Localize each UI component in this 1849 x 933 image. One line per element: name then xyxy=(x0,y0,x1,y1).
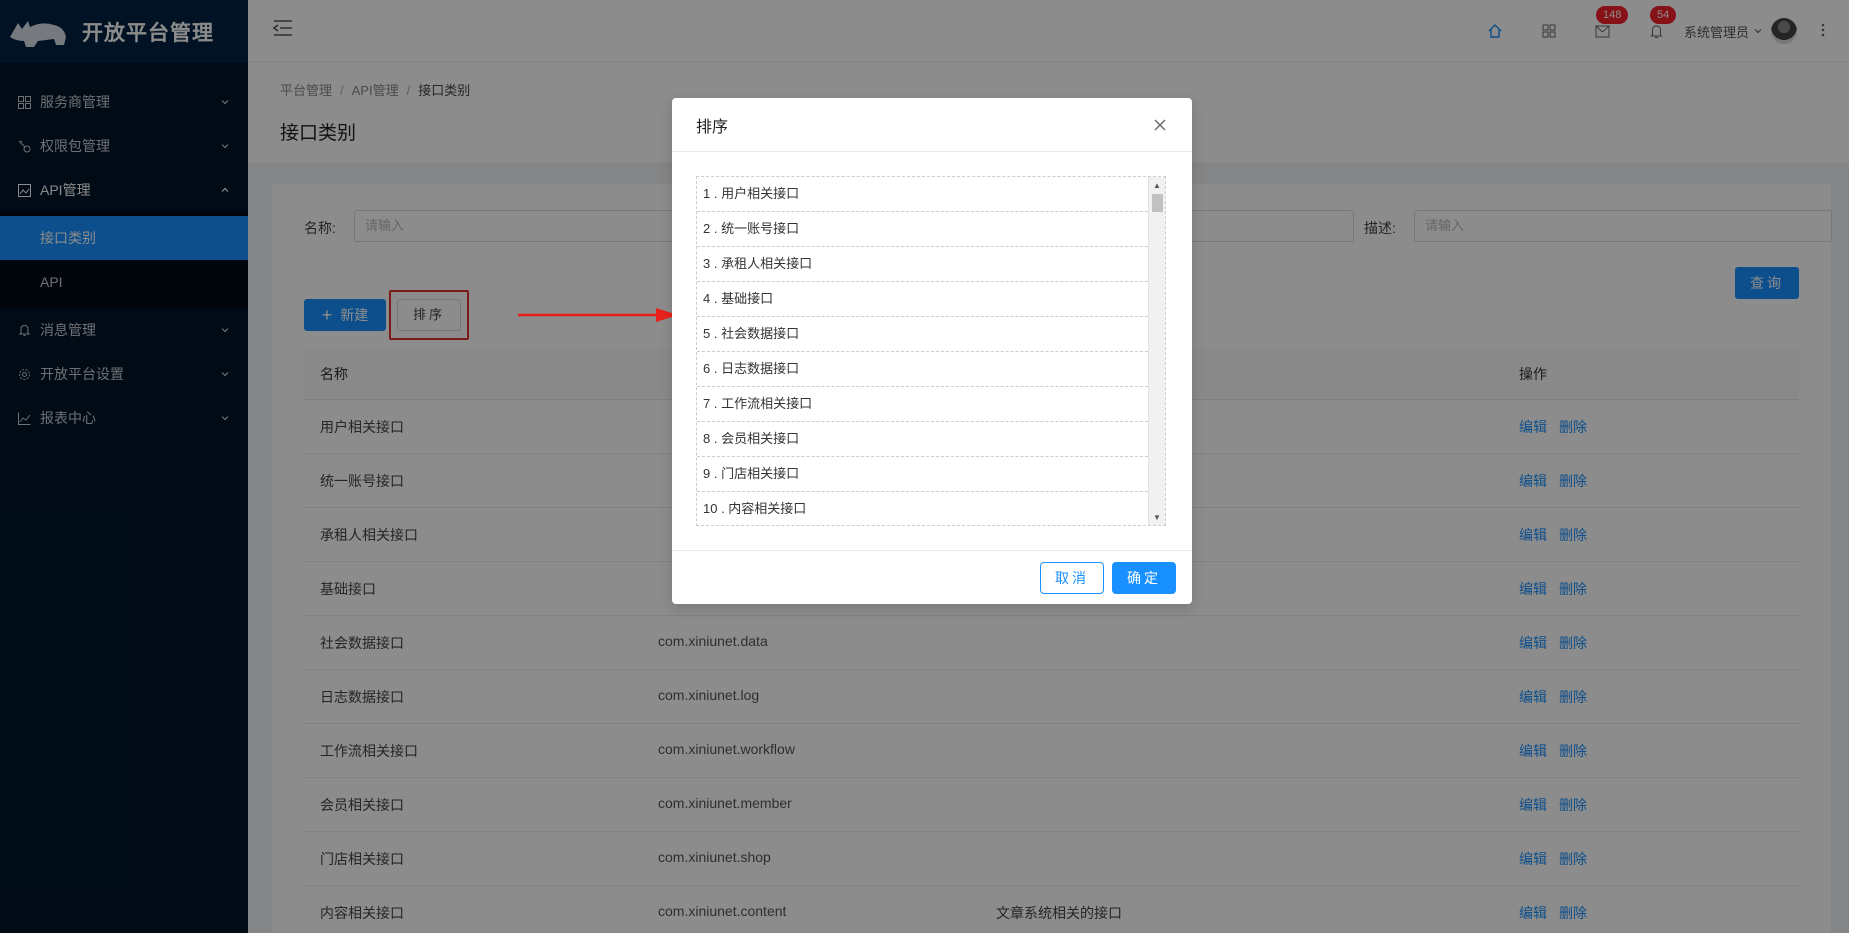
sortable-item[interactable]: 5 . 社会数据接口 xyxy=(697,317,1148,352)
sortable-item[interactable]: 10 . 内容相关接口 xyxy=(697,492,1148,525)
scrollbar[interactable]: ▲ ▼ xyxy=(1148,177,1165,525)
sortable-item[interactable]: 1 . 用户相关接口 xyxy=(697,177,1148,212)
modal-footer: 取消 确定 xyxy=(672,550,1192,604)
sortable-item[interactable]: 8 . 会员相关接口 xyxy=(697,422,1148,457)
close-icon[interactable] xyxy=(1152,117,1168,133)
confirm-button[interactable]: 确定 xyxy=(1112,562,1176,594)
sortable-item[interactable]: 4 . 基础接口 xyxy=(697,282,1148,317)
modal-header: 排序 xyxy=(672,98,1192,152)
sort-modal: 排序 1 . 用户相关接口 2 . 统一账号接口 3 . 承租人相关接口 4 . 基础… xyxy=(672,98,1192,604)
sortable-item[interactable]: 6 . 日志数据接口 xyxy=(697,352,1148,387)
modal-title: 排序 xyxy=(696,118,729,136)
sortable-item[interactable]: 2 . 统一账号接口 xyxy=(697,212,1148,247)
sortable-item[interactable]: 9 . 门店相关接口 xyxy=(697,457,1148,492)
scroll-down-icon[interactable]: ▼ xyxy=(1149,509,1165,525)
sortable-item[interactable]: 3 . 承租人相关接口 xyxy=(697,247,1148,282)
scroll-up-icon[interactable]: ▲ xyxy=(1149,177,1165,193)
scroll-thumb[interactable] xyxy=(1152,194,1163,212)
sortable-items: 1 . 用户相关接口 2 . 统一账号接口 3 . 承租人相关接口 4 . 基础接口 5… xyxy=(697,177,1165,525)
sortable-list[interactable]: 1 . 用户相关接口 2 . 统一账号接口 3 . 承租人相关接口 4 . 基础接口 5… xyxy=(696,176,1166,526)
sortable-item[interactable]: 7 . 工作流相关接口 xyxy=(697,387,1148,422)
red-arrow-annotation xyxy=(518,308,678,322)
cancel-button[interactable]: 取消 xyxy=(1040,562,1104,594)
modal-body: 1 . 用户相关接口 2 . 统一账号接口 3 . 承租人相关接口 4 . 基础接口 5… xyxy=(672,152,1192,550)
